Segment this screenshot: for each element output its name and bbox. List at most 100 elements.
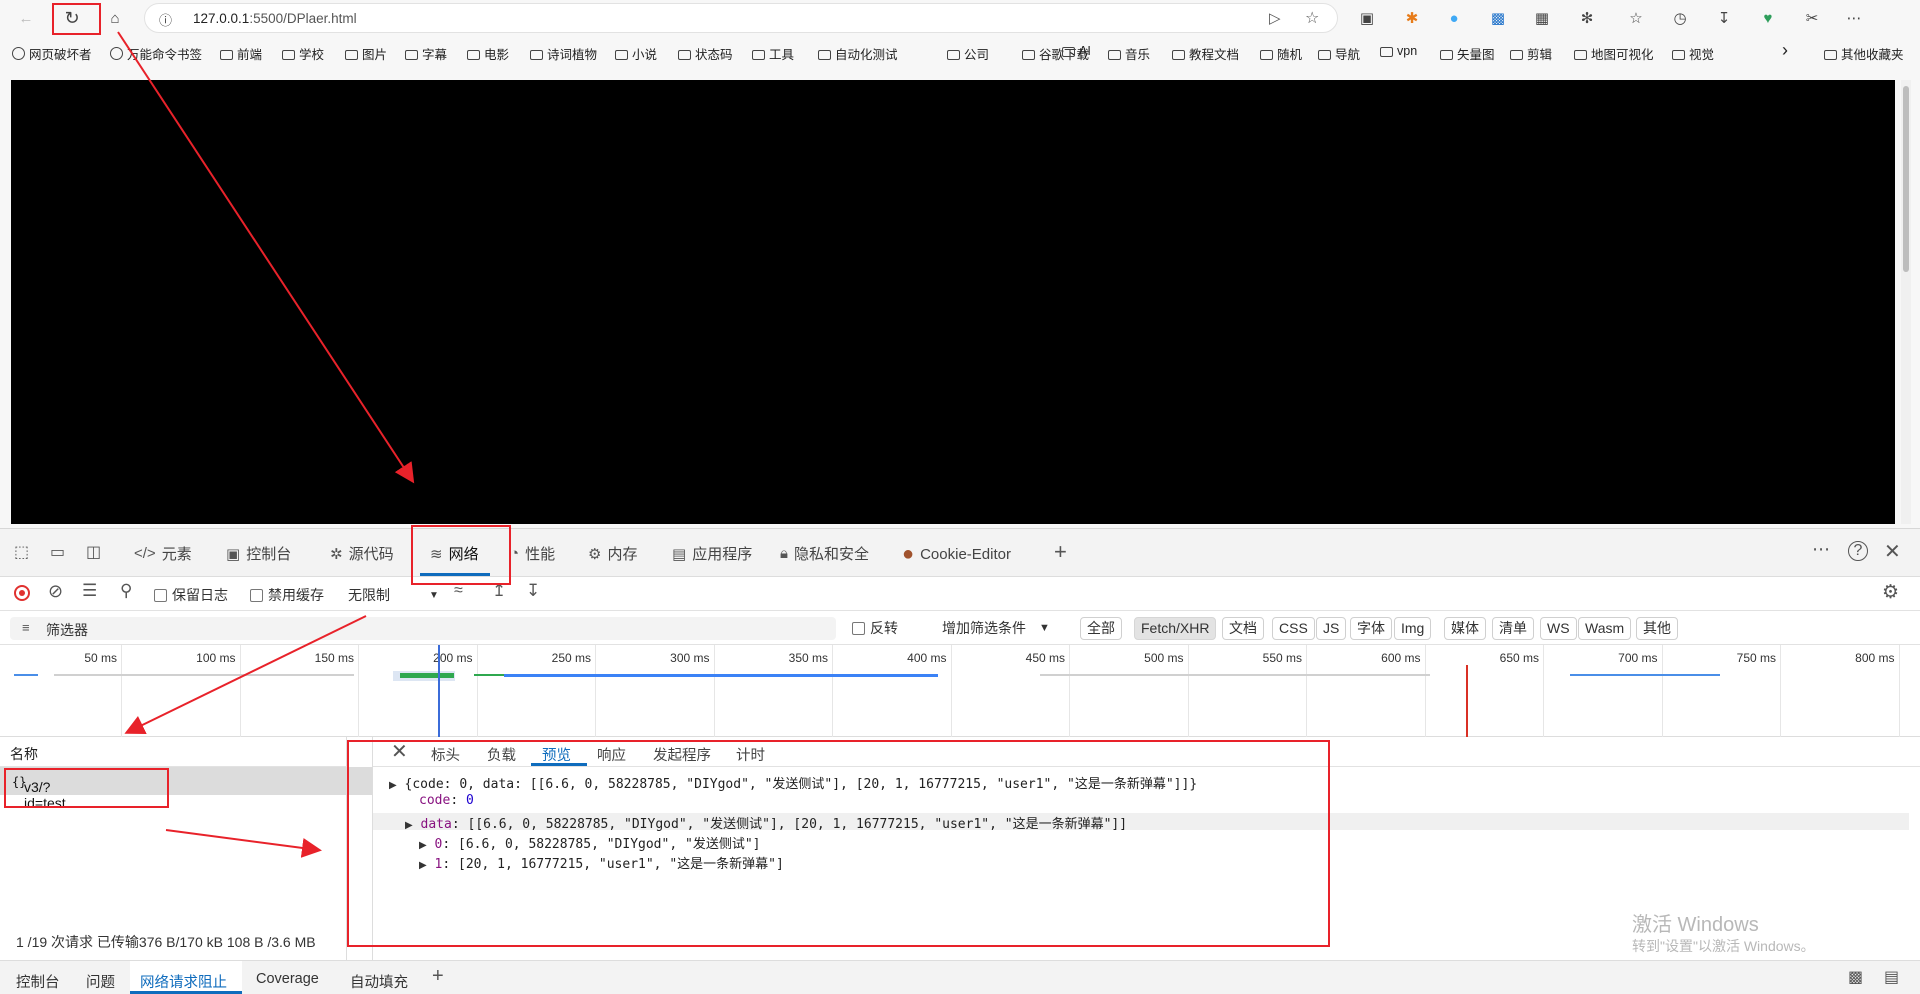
filter-type-chip[interactable]: WS (1540, 617, 1577, 640)
filter-type-chip[interactable]: 其他 (1636, 617, 1678, 640)
bookmark-item[interactable]: 自动化测试 (818, 44, 898, 63)
filter-input[interactable]: ≡ 筛选器 (10, 617, 836, 640)
bookmark-item[interactable]: 视觉 (1672, 44, 1714, 63)
devtools-tab-4[interactable]: ≋ 网络 (430, 543, 479, 564)
read-aloud-icon[interactable]: ▷ (1269, 9, 1281, 27)
devtools-tab-7[interactable]: ▤ 应用程序 (672, 543, 752, 564)
request-list-header[interactable]: 名称 (0, 737, 347, 767)
heart-icon[interactable]: ♥ (1756, 6, 1780, 30)
bookmarks-overflow-icon[interactable]: › (1782, 40, 1788, 61)
drawer-tab[interactable]: Coverage (256, 971, 319, 987)
info-icon[interactable]: ⓘ (159, 10, 172, 29)
detail-tab[interactable]: 标头 (431, 744, 460, 765)
bookmark-item[interactable]: vpn (1380, 44, 1417, 58)
record-icon[interactable] (14, 585, 30, 601)
bookmark-item[interactable]: 随机 (1260, 44, 1302, 63)
detail-tab[interactable]: 计时 (736, 744, 765, 765)
home-icon[interactable]: ⌂ (103, 6, 127, 30)
detail-tab[interactable]: 发起程序 (653, 744, 711, 765)
invert-checkbox[interactable]: 反转 (852, 618, 898, 638)
extension-icon[interactable]: ▩ (1486, 6, 1510, 30)
bookmark-item[interactable]: 网页破坏者 (12, 44, 92, 63)
bookmark-item[interactable]: 前端 (220, 44, 262, 63)
bookmark-item[interactable]: 学校 (282, 44, 324, 63)
preview-item-1[interactable]: ▶ 1: [20, 1, 16777215, "user1", "这是一条新弹幕… (419, 853, 784, 872)
drawer-tab[interactable]: 自动填充 (350, 971, 408, 992)
address-bar[interactable]: ⓘ 127.0.0.1:5500/DPlaer.html ▷ ☆ (144, 3, 1338, 33)
devtools-tab-9[interactable]: ● Cookie-Editor (902, 543, 1011, 566)
filter-type-chip[interactable]: 文档 (1222, 617, 1264, 640)
extension-icon[interactable]: ▣ (1355, 6, 1379, 30)
settings-gear-icon[interactable]: ⚙ (1882, 581, 1899, 604)
detail-tab[interactable]: 负载 (487, 744, 516, 765)
filter-type-chip[interactable]: 全部 (1080, 617, 1122, 640)
filter-type-chip[interactable]: Wasm (1578, 617, 1632, 640)
request-row[interactable]: {} v3/?id=test (0, 767, 372, 811)
bookmark-item[interactable]: 地图可视化 (1574, 44, 1654, 63)
bookmark-item[interactable]: 剪辑 (1510, 44, 1552, 63)
help-icon[interactable]: ? (1848, 541, 1868, 561)
bookmark-item[interactable]: 状态码 (678, 44, 733, 63)
preview-item-0[interactable]: ▶ 0: [6.6, 0, 58228785, "DIYgod", "发送侧试"… (419, 833, 760, 852)
devtools-tab-8[interactable]: 🔒︎ 隐私和安全 (780, 543, 869, 564)
back-icon[interactable]: ← (14, 6, 38, 30)
drawer-tab[interactable]: 控制台 (16, 971, 60, 992)
devtools-tab-1[interactable]: </> 元素 (134, 543, 192, 564)
bookmark-item[interactable]: AI (1062, 44, 1091, 58)
close-detail-icon[interactable]: ✕ (391, 739, 408, 764)
favorites-icon[interactable]: ☆ (1624, 6, 1648, 30)
inspect-icon[interactable]: ⬚ (14, 542, 29, 562)
devtools-tab-2[interactable]: ▣ 控制台 (226, 543, 291, 564)
filter-type-chip[interactable]: 字体 (1350, 617, 1392, 640)
bookmark-item[interactable]: 公司 (947, 44, 989, 63)
bookmark-item[interactable]: 教程文档 (1172, 44, 1239, 63)
network-timeline[interactable]: 50 ms 100 ms 150 ms 200 ms 250 ms 300 ms 350 m… (0, 645, 1920, 737)
star-icon[interactable]: ☆ (1305, 8, 1319, 28)
bookmark-item[interactable]: 小说 (615, 44, 657, 63)
devtools-tab-3[interactable]: ✲ 源代码 (330, 543, 394, 564)
disable-cache-checkbox[interactable]: 禁用缓存 (250, 585, 324, 605)
search-icon[interactable]: ⚲ (120, 581, 132, 601)
preview-data[interactable]: ▶ data: [[6.6, 0, 58228785, "DIYgod", "发… (405, 813, 1127, 832)
page-scrollbar[interactable] (1901, 80, 1911, 524)
devtools-tab-5[interactable]: ◔ 性能 (510, 543, 555, 564)
detail-tab[interactable]: 预览 (542, 744, 571, 765)
bookmark-item[interactable]: 电影 (467, 44, 509, 63)
screenshot-icon[interactable]: ✂ (1800, 6, 1824, 30)
clear-icon[interactable]: ⊘ (48, 581, 63, 602)
device-icon[interactable]: ▭ (50, 542, 65, 562)
other-bookmarks[interactable]: 其他收藏夹 (1824, 44, 1904, 63)
more-filters-dropdown[interactable]: 增加筛选条件 ▼ (942, 618, 1050, 638)
extensions-icon[interactable]: ✻ (1575, 6, 1599, 30)
expand-drawer-icon[interactable]: ▤ (1884, 967, 1899, 987)
add-drawer-tab-icon[interactable]: + (432, 965, 444, 988)
network-conditions-icon[interactable]: ≈ (454, 582, 463, 600)
filter-type-chip[interactable]: 媒体 (1444, 617, 1486, 640)
bookmark-item[interactable]: 工具 (752, 44, 794, 63)
history-icon[interactable]: ◷ (1668, 6, 1692, 30)
bookmark-item[interactable]: 万能命令书签 (110, 44, 202, 63)
bookmark-item[interactable]: 字幕 (405, 44, 447, 63)
filter-icon[interactable]: ☰ (82, 581, 97, 601)
preview-root[interactable]: ▶ {code: 0, data: [[6.6, 0, 58228785, "D… (389, 773, 1197, 792)
add-tab-icon[interactable]: + (1054, 539, 1067, 565)
filter-type-chip[interactable]: 清单 (1492, 617, 1534, 640)
extension-icon[interactable]: ✱ (1400, 6, 1424, 30)
reload-icon[interactable]: ↻ (60, 6, 84, 30)
drawer-tab[interactable]: 问题 (86, 971, 115, 992)
bookmark-item[interactable]: 导航 (1318, 44, 1360, 63)
more-icon[interactable]: ⋯ (1842, 6, 1866, 30)
bookmark-item[interactable]: 矢量图 (1440, 44, 1495, 63)
preserve-log-checkbox[interactable]: 保留日志 (154, 585, 228, 605)
filter-type-chip[interactable]: Img (1394, 617, 1432, 640)
bookmark-item[interactable]: 音乐 (1108, 44, 1150, 63)
extension-icon[interactable]: ▦ (1530, 6, 1554, 30)
more-tools-icon[interactable]: ⋯ (1812, 539, 1830, 560)
extension-icon[interactable]: ● (1442, 6, 1466, 30)
detail-tab[interactable]: 响应 (597, 744, 626, 765)
import-icon[interactable]: ↥ (492, 581, 506, 601)
bookmark-item[interactable]: 图片 (345, 44, 387, 63)
throttle-select[interactable]: 无限制 ▼ (348, 585, 439, 605)
address-url[interactable]: 127.0.0.1:5500/DPlaer.html (193, 11, 357, 26)
page-video-player[interactable] (11, 80, 1895, 524)
